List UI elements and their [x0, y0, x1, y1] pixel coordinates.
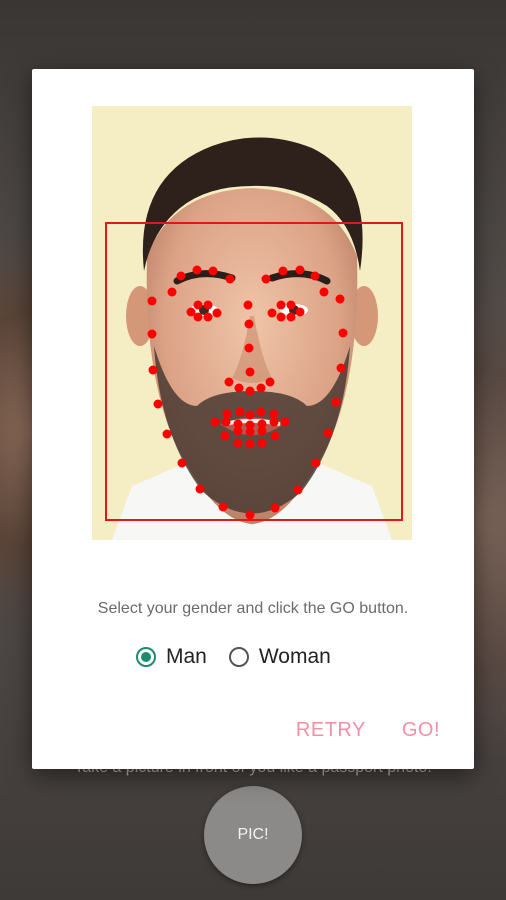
radio-man-label[interactable]: Man [166, 645, 207, 669]
retry-button[interactable]: RETRY [296, 719, 366, 742]
gender-prompt: Select your gender and click the GO butt… [97, 600, 409, 617]
pic-button[interactable]: PIC! [204, 786, 302, 884]
radio-woman-label[interactable]: Woman [259, 645, 331, 669]
go-button[interactable]: GO! [402, 719, 440, 742]
face-photo [92, 106, 412, 540]
radio-woman[interactable]: Woman [228, 645, 331, 669]
gender-dialog: Select your gender and click the GO butt… [32, 69, 474, 769]
radio-selected-dot [141, 652, 151, 662]
radio-woman-indicator[interactable] [228, 647, 249, 667]
gender-radio-group: Man Woman [136, 645, 353, 669]
radio-man-indicator[interactable] [136, 647, 156, 667]
radio-man[interactable]: Man [136, 645, 207, 669]
dialog-actions: RETRY GO! [260, 719, 440, 742]
